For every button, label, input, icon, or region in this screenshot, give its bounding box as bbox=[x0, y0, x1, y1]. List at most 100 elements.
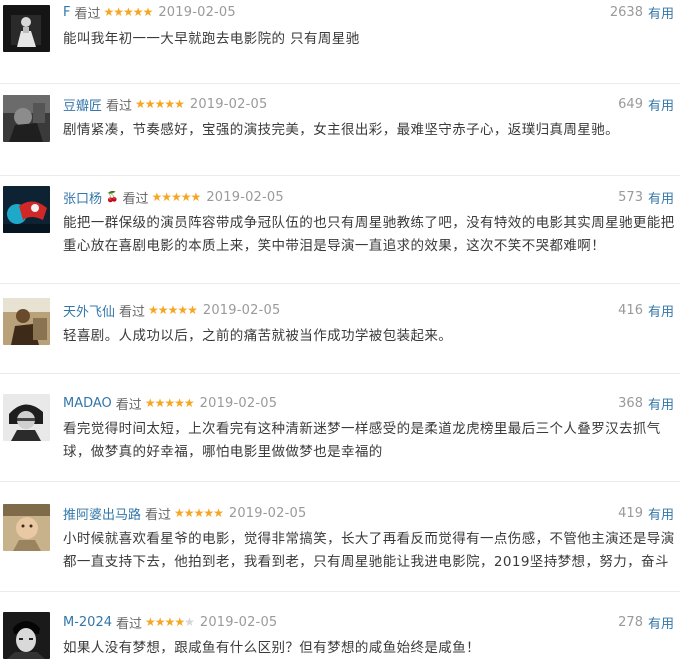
vote-count: 278 bbox=[618, 614, 643, 630]
review-item: 天外飞仙 看过 ★ ★ ★ ★ ★ 2019-02-05 416 有用 轻喜剧。人成功以… bbox=[0, 284, 680, 374]
review-list: F 看过 ★ ★ ★ ★ ★ 2019-02-05 2638 有用 能叫我年初一一大早就… bbox=[0, 0, 680, 662]
rating-stars: ★ ★ ★ ★ ★ bbox=[103, 5, 154, 19]
vote-count: 368 bbox=[618, 395, 643, 411]
review-date: 2019-02-05 bbox=[199, 614, 278, 630]
review-text: 能叫我年初一一大早就跑去电影院的 只有周星驰 bbox=[63, 31, 360, 47]
review-text: 能把一群保级的演员阵容带成争冠队伍的也只有周星驰教练了吧，没有特效的电影其实周星… bbox=[63, 215, 675, 254]
star-icon: ★ bbox=[154, 615, 166, 629]
useful-button[interactable]: 有用 bbox=[648, 301, 674, 320]
author-link[interactable]: M-2024 bbox=[63, 615, 112, 630]
star-icon: ★ bbox=[183, 396, 195, 410]
rating-stars: ★ ★ ★ ★ ★ bbox=[135, 97, 185, 111]
review-item: 张口杨 🍒 看过 ★ ★ ★ ★ ★ 2019-02-05 573 有用 能把一群保级的… bbox=[0, 176, 680, 284]
vote-area: 368 有用 bbox=[618, 392, 674, 414]
watch-status: 看过 bbox=[145, 507, 172, 523]
vote-count: 419 bbox=[618, 505, 643, 521]
rating-stars: ★ ★ ★ ★ ★ bbox=[144, 396, 195, 410]
vote-count: 2638 bbox=[609, 4, 643, 20]
star-icon: ★ bbox=[154, 97, 166, 111]
review-date: 2019-02-05 bbox=[206, 189, 284, 205]
review-meta: M-2024 看过 ★ ★ ★ ★ ★ 2019-02-05 bbox=[63, 611, 277, 633]
rating-stars: ★ ★ ★ ★ ★ bbox=[151, 190, 202, 204]
review-item: 豆瓣匠 看过 ★ ★ ★ ★ ★ 2019-02-05 649 有用 剧情紧凑，节奏感好… bbox=[0, 84, 680, 176]
watch-status: 看过 bbox=[119, 304, 146, 320]
review-item: MADAO 看过 ★ ★ ★ ★ ★ 2019-02-05 368 有用 看完觉得时间太… bbox=[0, 374, 680, 482]
star-icon: ★ bbox=[164, 97, 175, 111]
vote-area: 416 有用 bbox=[618, 299, 674, 321]
avatar[interactable] bbox=[3, 5, 50, 52]
vote-count: 416 bbox=[618, 302, 643, 318]
review-item: M-2024 看过 ★ ★ ★ ★ ★ 2019-02-05 278 有用 如果人没有梦… bbox=[0, 592, 680, 662]
star-icon: ★ bbox=[123, 5, 134, 19]
review-text: 小时候就喜欢看星爷的电影，觉得非常搞笑，长大了再看反而觉得有一点伤感，不管他主演… bbox=[63, 531, 675, 570]
star-icon: ★ bbox=[174, 506, 185, 520]
star-icon: ★ bbox=[167, 303, 179, 317]
star-icon: ★ bbox=[144, 97, 156, 111]
star-icon: ★ bbox=[145, 615, 156, 629]
vote-count: 649 bbox=[618, 96, 643, 112]
avatar[interactable] bbox=[3, 95, 50, 142]
star-icon: ★ bbox=[148, 303, 159, 317]
review-meta: 豆瓣匠 看过 ★ ★ ★ ★ ★ 2019-02-05 bbox=[63, 93, 267, 115]
review-text: 如果人没有梦想，跟咸鱼有什么区别？但有梦想的咸鱼始终是咸鱼！ bbox=[63, 640, 480, 656]
vote-count: 573 bbox=[618, 189, 643, 205]
star-icon: ★ bbox=[190, 190, 202, 204]
star-icon: ★ bbox=[164, 396, 175, 410]
useful-button[interactable]: 有用 bbox=[648, 613, 674, 632]
useful-button[interactable]: 有用 bbox=[648, 394, 674, 413]
review-text: 剧情紧凑，节奏感好，宝强的演技完美，女主很出彩，最难坚守赤子心，返璞归真周星驰。 bbox=[63, 122, 619, 138]
star-icon: ★ bbox=[174, 615, 185, 629]
useful-button[interactable]: 有用 bbox=[648, 188, 674, 207]
author-link[interactable]: F bbox=[63, 5, 70, 20]
review-meta: 天外飞仙 看过 ★ ★ ★ ★ ★ 2019-02-05 bbox=[63, 299, 280, 321]
star-icon: ★ bbox=[161, 190, 172, 204]
watch-status: 看过 bbox=[115, 397, 142, 413]
review-date: 2019-02-05 bbox=[202, 302, 281, 318]
watch-status: 看过 bbox=[74, 6, 101, 22]
watch-status: 看过 bbox=[106, 98, 133, 114]
star-icon: ★ bbox=[164, 615, 176, 629]
star-icon: ★ bbox=[171, 190, 182, 204]
star-icon: ★ bbox=[103, 5, 115, 19]
star-icon: ★ bbox=[154, 396, 166, 410]
review-meta: MADAO 看过 ★ ★ ★ ★ ★ 2019-02-05 bbox=[63, 392, 277, 414]
star-icon: ★ bbox=[203, 506, 214, 520]
star-icon: ★ bbox=[187, 303, 198, 317]
review-text: 看完觉得时间太短，上次看完有这种清新迷梦一样感受的是柔道龙虎榜里最后三个人叠罗汉… bbox=[63, 421, 661, 460]
rating-stars: ★ ★ ★ ★ ★ bbox=[174, 506, 224, 520]
vote-area: 649 有用 bbox=[618, 93, 674, 115]
star-icon: ★ bbox=[180, 190, 192, 204]
star-icon: ★ bbox=[213, 506, 224, 520]
watch-status: 看过 bbox=[122, 191, 149, 207]
star-icon: ★ bbox=[174, 97, 185, 111]
star-icon: ★ bbox=[193, 506, 205, 520]
review-date: 2019-02-05 bbox=[189, 96, 268, 112]
author-link[interactable]: MADAO bbox=[63, 396, 112, 411]
star-icon: ★ bbox=[135, 97, 146, 111]
vote-area: 2638 有用 bbox=[610, 1, 674, 23]
star-icon: ★ bbox=[144, 396, 156, 410]
vote-area: 278 有用 bbox=[618, 611, 674, 633]
useful-button[interactable]: 有用 bbox=[648, 95, 674, 114]
vote-area: 573 有用 bbox=[618, 186, 674, 208]
author-link[interactable]: 豆瓣匠 bbox=[63, 95, 102, 114]
useful-button[interactable]: 有用 bbox=[648, 504, 674, 523]
avatar[interactable] bbox=[3, 612, 50, 659]
review-date: 2019-02-05 bbox=[158, 4, 236, 20]
avatar[interactable] bbox=[3, 394, 50, 441]
review-date: 2019-02-05 bbox=[228, 505, 307, 521]
author-link[interactable]: 天外飞仙 bbox=[63, 301, 115, 320]
review-text: 轻喜剧。人成功以后，之前的痛苦就被当作成功学被包装起来。 bbox=[63, 328, 453, 344]
cherry-badge-icon: 🍒 bbox=[106, 191, 119, 203]
star-icon: ★ bbox=[174, 396, 185, 410]
useful-button[interactable]: 有用 bbox=[648, 3, 674, 22]
star-icon: ★ bbox=[157, 303, 169, 317]
author-link[interactable]: 张口杨 bbox=[63, 188, 102, 207]
review-date: 2019-02-05 bbox=[199, 395, 278, 411]
star-icon: ★ bbox=[142, 5, 154, 19]
avatar[interactable] bbox=[3, 504, 50, 551]
review-meta: F 看过 ★ ★ ★ ★ ★ 2019-02-05 bbox=[63, 1, 236, 23]
avatar[interactable] bbox=[3, 186, 50, 233]
avatar[interactable] bbox=[3, 298, 50, 345]
author-link[interactable]: 推阿婆出马路 bbox=[63, 504, 141, 523]
